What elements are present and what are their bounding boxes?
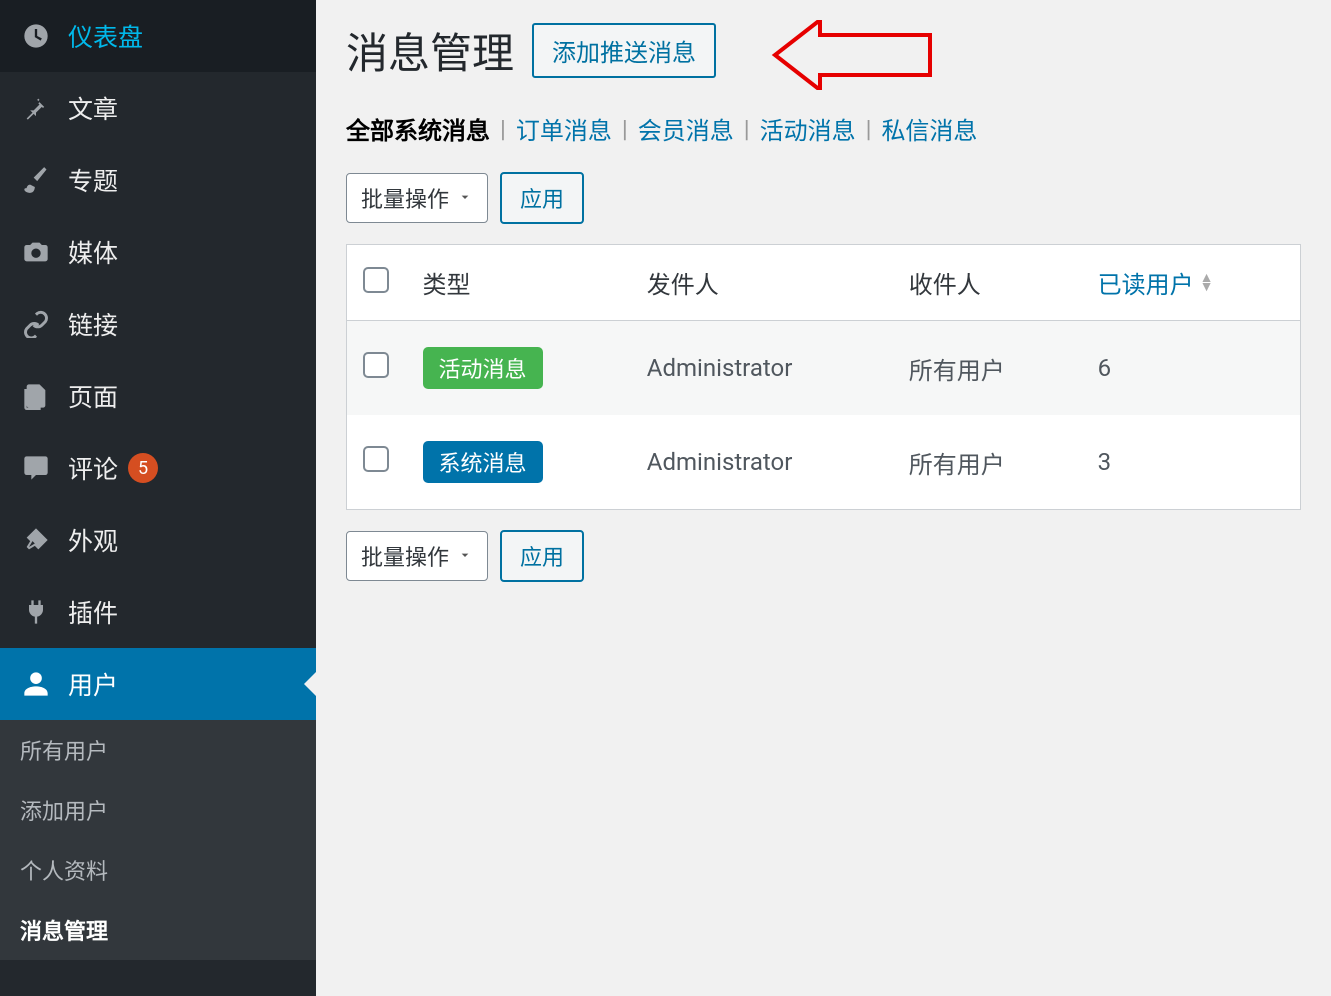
menu-pages[interactable]: 页面: [0, 360, 316, 432]
bulk-actions-bottom: 批量操作 应用: [346, 530, 1301, 582]
sidebar: 仪表盘 文章 专题 媒体 链接 页面 评论 5 外观 插件 用户 所有用户 添加…: [0, 0, 316, 996]
submenu-message-mgmt[interactable]: 消息管理: [0, 900, 316, 960]
menu-links[interactable]: 链接: [0, 288, 316, 360]
tab-orders[interactable]: 订单消息: [516, 111, 612, 146]
th-read-label: 已读用户: [1098, 265, 1194, 300]
plug-icon: [20, 596, 52, 628]
cell-sender: Administrator: [631, 415, 893, 510]
tab-separator: |: [500, 115, 506, 143]
table-row: 活动消息 Administrator 所有用户 6: [347, 321, 1301, 416]
messages-table: 类型 发件人 收件人 已读用户 ▲▼ 活动消息 Administrator 所有…: [346, 244, 1301, 510]
submenu-users: 所有用户 添加用户 个人资料 消息管理: [0, 720, 316, 960]
menu-label: 评论: [68, 450, 118, 486]
row-checkbox[interactable]: [363, 446, 389, 472]
page-header: 消息管理 添加推送消息: [346, 20, 1301, 81]
th-sender[interactable]: 发件人: [631, 245, 893, 321]
submenu-profile[interactable]: 个人资料: [0, 840, 316, 900]
bulk-action-select[interactable]: 批量操作: [346, 173, 488, 223]
comment-icon: [20, 452, 52, 484]
menu-label: 文章: [68, 90, 118, 126]
type-tag-system: 系统消息: [423, 441, 543, 483]
tab-separator: |: [744, 115, 750, 143]
cell-sender: Administrator: [631, 321, 893, 416]
camera-icon: [20, 236, 52, 268]
menu-users[interactable]: 用户: [0, 648, 316, 720]
menu-label: 插件: [68, 594, 118, 630]
apply-button-bottom[interactable]: 应用: [500, 530, 584, 582]
menu-label: 外观: [68, 522, 118, 558]
menu-media[interactable]: 媒体: [0, 216, 316, 288]
menu-label: 媒体: [68, 234, 118, 270]
menu-dashboard[interactable]: 仪表盘: [0, 0, 316, 72]
comment-badge: 5: [128, 453, 158, 483]
menu-plugins[interactable]: 插件: [0, 576, 316, 648]
add-push-message-button[interactable]: 添加推送消息: [532, 23, 716, 78]
filter-tabs: 全部系统消息 | 订单消息 | 会员消息 | 活动消息 | 私信消息: [346, 111, 1301, 146]
menu-posts[interactable]: 文章: [0, 72, 316, 144]
dashboard-icon: [20, 20, 52, 52]
sort-icon: ▲▼: [1200, 274, 1214, 291]
menu-label: 链接: [68, 306, 118, 342]
submenu-all-users[interactable]: 所有用户: [0, 720, 316, 780]
th-read[interactable]: 已读用户 ▲▼: [1082, 245, 1301, 321]
cell-recipient: 所有用户: [893, 415, 1082, 510]
pin-icon: [20, 92, 52, 124]
table-row: 系统消息 Administrator 所有用户 3: [347, 415, 1301, 510]
menu-label: 仪表盘: [68, 18, 143, 54]
menu-comments[interactable]: 评论 5: [0, 432, 316, 504]
page-title: 消息管理: [346, 20, 514, 81]
tab-members[interactable]: 会员消息: [638, 111, 734, 146]
bulk-actions-top: 批量操作 应用: [346, 172, 1301, 224]
cell-read: 3: [1082, 415, 1301, 510]
cell-recipient: 所有用户: [893, 321, 1082, 416]
menu-label: 用户: [68, 666, 118, 702]
type-tag-activity: 活动消息: [423, 347, 543, 389]
menu-appearance[interactable]: 外观: [0, 504, 316, 576]
bulk-select-label: 批量操作: [361, 182, 449, 214]
chevron-down-icon: [457, 544, 473, 569]
th-type[interactable]: 类型: [407, 245, 631, 321]
link-icon: [20, 308, 52, 340]
appearance-icon: [20, 524, 52, 556]
chevron-down-icon: [457, 186, 473, 211]
select-all-checkbox[interactable]: [363, 267, 389, 293]
tab-separator: |: [866, 115, 872, 143]
menu-label: 专题: [68, 162, 118, 198]
brush-icon: [20, 164, 52, 196]
tab-separator: |: [622, 115, 628, 143]
cell-read: 6: [1082, 321, 1301, 416]
pages-icon: [20, 380, 52, 412]
th-recipient[interactable]: 收件人: [893, 245, 1082, 321]
main-content: 消息管理 添加推送消息 全部系统消息 | 订单消息 | 会员消息 | 活动消息 …: [316, 0, 1331, 622]
submenu-add-user[interactable]: 添加用户: [0, 780, 316, 840]
bulk-select-label: 批量操作: [361, 540, 449, 572]
menu-topics[interactable]: 专题: [0, 144, 316, 216]
tab-activities[interactable]: 活动消息: [760, 111, 856, 146]
tab-private[interactable]: 私信消息: [881, 111, 977, 146]
apply-button-top[interactable]: 应用: [500, 172, 584, 224]
menu-label: 页面: [68, 378, 118, 414]
user-icon: [20, 668, 52, 700]
bulk-action-select-bottom[interactable]: 批量操作: [346, 531, 488, 581]
tab-all-system[interactable]: 全部系统消息: [346, 111, 490, 146]
row-checkbox[interactable]: [363, 352, 389, 378]
